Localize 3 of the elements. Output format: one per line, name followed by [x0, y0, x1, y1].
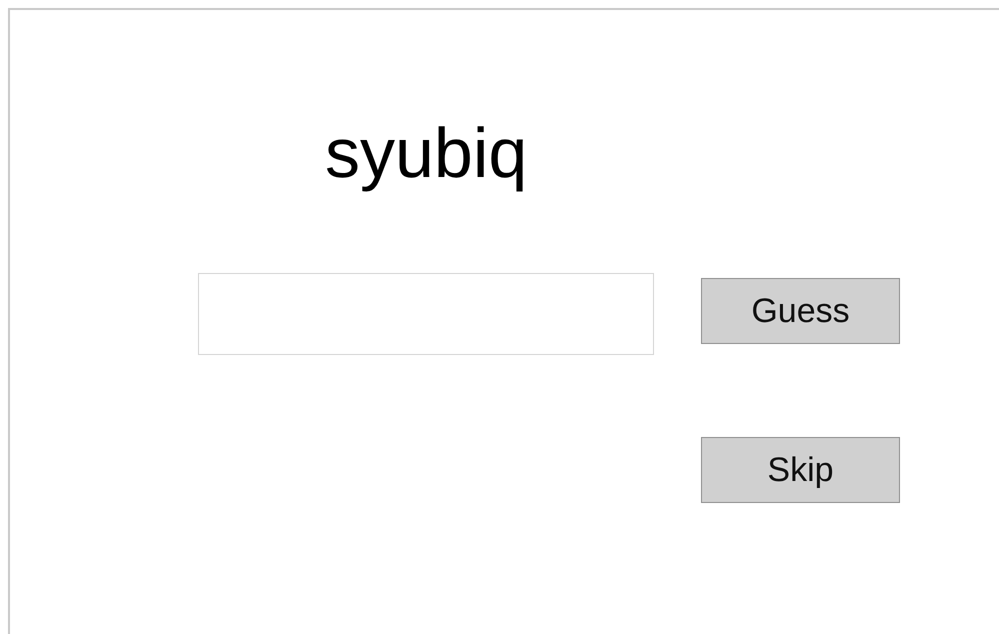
guess-button[interactable]: Guess — [701, 278, 900, 344]
answer-field[interactable] — [198, 273, 654, 355]
skip-button[interactable]: Skip — [701, 437, 900, 503]
